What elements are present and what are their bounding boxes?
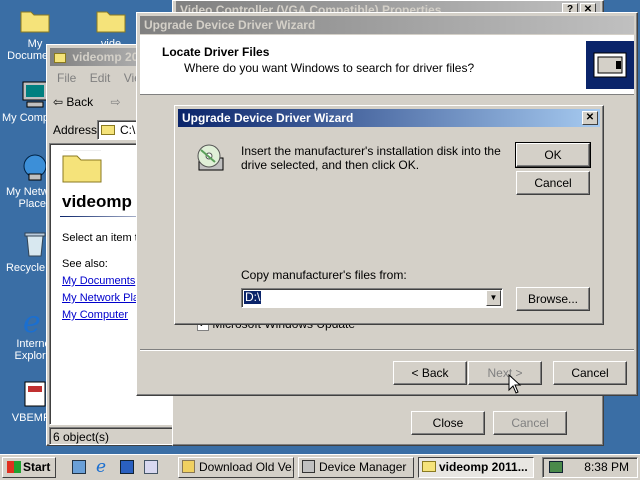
folder-icon — [19, 4, 51, 36]
dialog-title: Upgrade Device Driver Wizard — [182, 111, 354, 125]
select-text: Select an item to — [62, 232, 144, 244]
display-settings-icon[interactable] — [549, 461, 563, 473]
wizard-divider — [140, 349, 634, 351]
link-my-computer[interactable]: My Computer — [62, 309, 128, 321]
explorer-back-button[interactable]: ⇦ Back ⇨ — [53, 95, 121, 113]
folder-icon — [422, 461, 436, 472]
wizard-header-title: Locate Driver Files — [162, 45, 270, 59]
dialog-cancel-button[interactable]: Cancel — [516, 171, 590, 195]
wizard-back-button[interactable]: < Back — [393, 361, 467, 385]
install-disk-dialog: Upgrade Device Driver Wizard ✕ Insert th… — [174, 105, 604, 325]
forward-arrow-icon[interactable]: ⇨ — [110, 95, 120, 109]
properties-cancel-button[interactable]: Cancel — [493, 411, 567, 435]
folder-icon — [101, 125, 115, 135]
folder-large-icon — [62, 149, 102, 184]
folder-name-heading: videomp — [62, 192, 132, 211]
cd-drive-icon — [195, 142, 227, 174]
device-manager-icon — [302, 460, 315, 473]
dialog-message: Insert the manufacturer's installation d… — [241, 144, 501, 172]
desktop-icon[interactable] — [72, 460, 86, 474]
address-label: Address — [53, 123, 98, 137]
properties-close-button[interactable]: Close — [411, 411, 485, 435]
back-arrow-icon: ⇦ — [53, 95, 64, 109]
folder-icon — [54, 52, 66, 63]
system-tray: 8:38 PM — [542, 457, 638, 478]
wizard-next-button[interactable]: Next > — [468, 361, 542, 385]
explorer-menubar: File Edit View — [51, 71, 150, 89]
taskbar-item-videomp[interactable]: videomp 2011... — [418, 457, 534, 478]
menu-file[interactable]: File — [57, 71, 76, 85]
mouse-cursor-icon — [508, 373, 522, 394]
search-icon[interactable] — [144, 460, 158, 474]
path-combobox[interactable]: D:\ ▼ — [241, 288, 503, 308]
wizard-titlebar[interactable]: Upgrade Device Driver Wizard — [140, 16, 634, 34]
copy-from-label: Copy manufacturer's files from: — [241, 268, 407, 282]
clock[interactable]: 8:38 PM — [584, 460, 629, 474]
path-value[interactable]: D:\ — [244, 291, 262, 304]
taskbar-item-download[interactable]: Download Old Ve... — [178, 457, 294, 478]
hardware-icon — [586, 41, 634, 89]
wizard-header: Locate Driver Files Where do you want Wi… — [140, 35, 634, 95]
wizard-title: Upgrade Device Driver Wizard — [144, 18, 316, 32]
link-my-documents[interactable]: My Documents — [62, 275, 135, 287]
folder-icon — [95, 4, 127, 36]
close-icon[interactable]: ✕ — [582, 111, 598, 125]
quick-launch: e — [70, 457, 166, 477]
dialog-ok-button[interactable]: OK — [515, 142, 591, 168]
wizard-cancel-button[interactable]: Cancel — [553, 361, 627, 385]
chevron-down-icon[interactable]: ▼ — [486, 290, 501, 306]
browser-icon — [182, 460, 195, 473]
see-also-label: See also: — [62, 258, 108, 270]
internet-explorer-icon[interactable]: e — [96, 457, 106, 477]
svg-text:e: e — [23, 305, 41, 336]
outlook-icon[interactable] — [120, 460, 134, 474]
windows-logo-icon — [7, 461, 21, 473]
dialog-titlebar[interactable]: Upgrade Device Driver Wizard ✕ — [178, 109, 600, 127]
explorer-status-bar: 6 object(s) — [49, 427, 177, 445]
dialog-browse-button[interactable]: Browse... — [516, 287, 590, 311]
wizard-header-subtitle: Where do you want Windows to search for … — [184, 61, 475, 75]
start-button[interactable]: Start — [2, 457, 56, 478]
menu-edit[interactable]: Edit — [90, 71, 111, 85]
taskbar-item-device-manager[interactable]: Device Manager — [298, 457, 414, 478]
